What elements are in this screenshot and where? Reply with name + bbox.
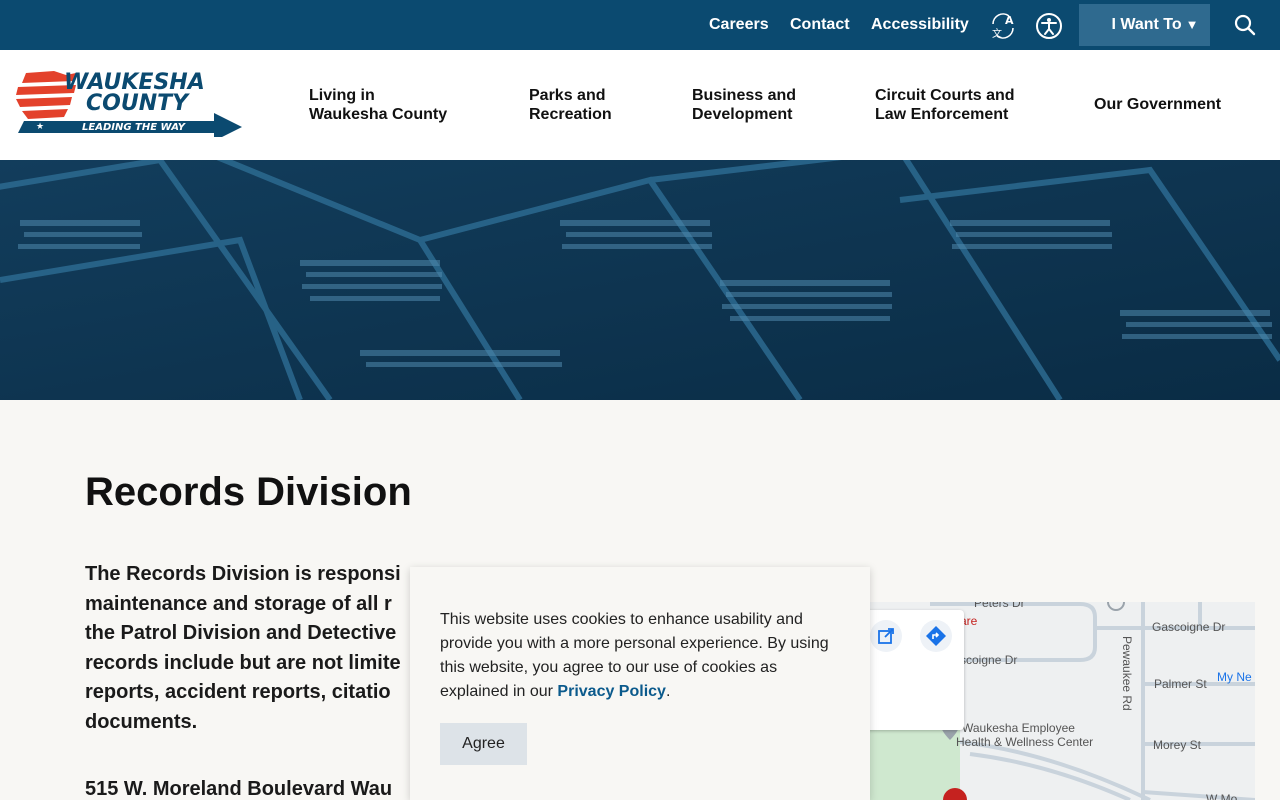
svg-text:A: A xyxy=(1005,14,1014,27)
page-title: Records Division xyxy=(85,470,412,514)
nav-label-line1: Circuit Courts and xyxy=(875,87,1015,104)
nav-label-line2: Law Enforcement xyxy=(875,106,1009,123)
open-in-new-button[interactable] xyxy=(870,620,902,652)
careers-link[interactable]: Careers xyxy=(709,0,769,50)
map-place-card xyxy=(858,610,964,730)
map-label-peters-dr: Peters Dr xyxy=(974,602,1025,610)
accessibility-link[interactable]: Accessibility xyxy=(871,0,969,50)
nav-label-line2: Development xyxy=(692,106,793,123)
caret-down-icon: ▼ xyxy=(1185,17,1199,32)
nav-label-line2: Waukesha County xyxy=(309,106,448,123)
search-icon[interactable] xyxy=(1233,13,1257,37)
i-want-to-button[interactable]: I Want To ▼ xyxy=(1079,4,1210,46)
utility-bar: Careers Contact Accessibility 文 A I Want… xyxy=(0,0,1280,50)
map-label-palmer-st: Palmer St xyxy=(1154,677,1207,691)
nav-parks-and-recreation[interactable]: Parks and Recreation xyxy=(529,86,639,124)
map-label-pewaukee-rd: Pewaukee Rd xyxy=(1120,636,1134,711)
map-label-gascoigne-dr: Gascoigne Dr xyxy=(1152,620,1226,634)
nav-our-government[interactable]: Our Government xyxy=(1094,95,1244,114)
contact-link[interactable]: Contact xyxy=(790,0,850,50)
accessibility-icon[interactable] xyxy=(1035,12,1063,40)
main-header: ★ LEADING THE WAY WAUKESHA COUNTY Living… xyxy=(0,50,1280,160)
logo-tagline: LEADING THE WAY xyxy=(82,122,187,133)
cookie-message-end: . xyxy=(665,683,671,700)
nav-label-line1: Business and xyxy=(692,87,797,104)
nav-label-line1: Parks and xyxy=(529,87,606,104)
hero-image xyxy=(0,160,1280,400)
nav-label-line2: Recreation xyxy=(529,106,612,123)
map-label-morey-st: Morey St xyxy=(1153,738,1202,752)
nav-label: Our Government xyxy=(1094,96,1222,113)
nav-circuit-courts-and-law-enforcement[interactable]: Circuit Courts and Law Enforcement xyxy=(875,86,1025,124)
privacy-policy-link[interactable]: Privacy Policy xyxy=(557,683,666,700)
cookie-consent-dialog: This website uses cookies to enhance usa… xyxy=(410,567,870,800)
cookie-message: This website uses cookies to enhance usa… xyxy=(440,608,840,704)
directions-icon xyxy=(926,626,946,646)
directions-button[interactable] xyxy=(920,620,952,652)
i-want-to-label: I Want To xyxy=(1111,16,1182,33)
open-in-new-icon xyxy=(878,628,894,644)
svg-text:文: 文 xyxy=(992,27,1002,40)
nav-label-line1: Living in xyxy=(309,87,375,104)
waukesha-county-logo[interactable]: ★ LEADING THE WAY WAUKESHA COUNTY xyxy=(14,67,244,137)
map-label-employee-center-2: Health & Wellness Center xyxy=(956,735,1094,749)
logo-line2: COUNTY xyxy=(86,91,190,116)
address: 515 W. Moreland Boulevard Wau xyxy=(85,778,393,800)
svg-text:★: ★ xyxy=(36,122,44,132)
translate-icon[interactable]: 文 A xyxy=(989,12,1017,40)
map-label-w-moreland: W Mo xyxy=(1206,792,1238,800)
nav-living-in-waukesha-county[interactable]: Living in Waukesha County xyxy=(309,86,469,124)
map-label-poi-blue: My Ne xyxy=(1217,670,1252,684)
records-drawers-image xyxy=(0,160,1280,400)
nav-business-and-development[interactable]: Business and Development xyxy=(692,86,812,124)
map-label-employee-center: Waukesha Employee xyxy=(962,721,1075,735)
agree-button[interactable]: Agree xyxy=(440,723,527,765)
map-label-gascoigne-dr-2: scoigne Dr xyxy=(960,653,1018,667)
